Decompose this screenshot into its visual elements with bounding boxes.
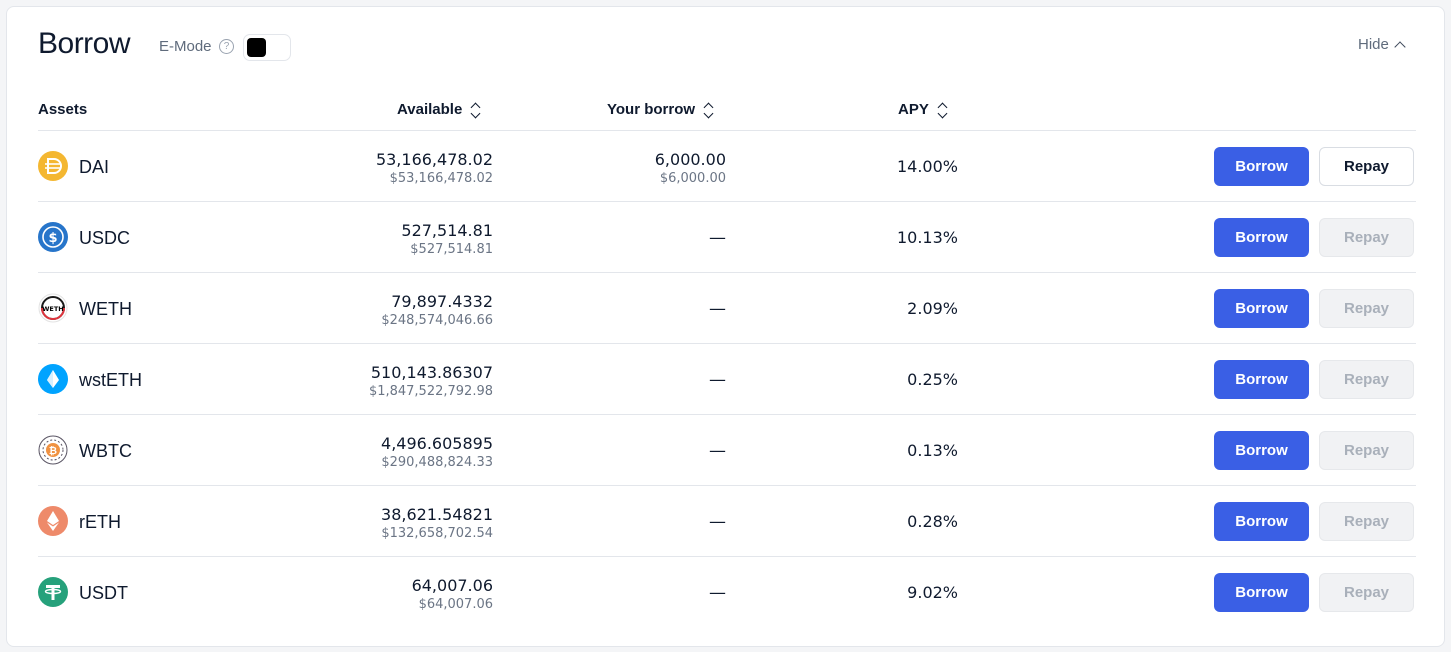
apy-value: 2.09% bbox=[907, 299, 958, 318]
column-header-available[interactable]: Available bbox=[397, 101, 481, 119]
available-amount: 79,897.4332 bbox=[391, 292, 493, 311]
available-usd: $527,514.81 bbox=[410, 242, 493, 257]
available-amount: 64,007.06 bbox=[411, 576, 493, 595]
borrow-button[interactable]: Borrow bbox=[1214, 360, 1309, 399]
your-borrow-empty: — bbox=[709, 441, 726, 461]
column-header-your-borrow[interactable]: Your borrow bbox=[607, 101, 714, 119]
apy-value: 0.28% bbox=[907, 512, 958, 531]
wbtc-icon: ₿ bbox=[38, 435, 68, 465]
borrow-button[interactable]: Borrow bbox=[1214, 502, 1309, 541]
available-usd: $290,488,824.33 bbox=[381, 455, 493, 470]
your-borrow-empty: — bbox=[709, 512, 726, 532]
table-row: USDT 64,007.06 $64,007.06 — 9.02% Borrow… bbox=[38, 557, 1416, 628]
available-amount: 53,166,478.02 bbox=[375, 150, 493, 169]
toggle-knob bbox=[247, 38, 266, 57]
asset-name: rETH bbox=[79, 512, 121, 532]
borrow-button[interactable]: Borrow bbox=[1214, 431, 1309, 470]
column-header-apy[interactable]: APY bbox=[898, 101, 948, 119]
borrow-panel: Borrow E-Mode ? Hide Assets Available Yo… bbox=[6, 6, 1445, 647]
your-borrow-empty: — bbox=[709, 299, 726, 319]
table-row: WETH WETH 79,897.4332 $248,574,046.66 — … bbox=[38, 273, 1416, 344]
your-borrow-empty: — bbox=[709, 228, 726, 248]
apy-value: 10.13% bbox=[896, 228, 958, 247]
available-amount: 510,143.86307 bbox=[370, 363, 493, 382]
borrow-button[interactable]: Borrow bbox=[1214, 218, 1309, 257]
available-usd: $1,847,522,792.98 bbox=[368, 384, 493, 399]
apy-value: 14.00% bbox=[896, 157, 958, 176]
asset-name: WETH bbox=[79, 299, 132, 319]
hide-button[interactable]: Hide bbox=[1358, 36, 1406, 53]
column-header-assets: Assets bbox=[38, 101, 87, 118]
dai-icon bbox=[38, 151, 68, 181]
available-usd: $248,574,046.66 bbox=[381, 313, 493, 328]
borrow-button[interactable]: Borrow bbox=[1214, 147, 1309, 186]
wsteth-icon bbox=[38, 364, 68, 394]
asset-name: wstETH bbox=[79, 370, 142, 390]
your-borrow-amount: 6,000.00 bbox=[654, 150, 726, 169]
sort-icon[interactable] bbox=[703, 102, 714, 119]
table-row: $ USDC 527,514.81 $527,514.81 — 10.13% B… bbox=[38, 202, 1416, 273]
table-row: DAI 53,166,478.02 $53,166,478.02 6,000.0… bbox=[38, 131, 1416, 202]
available-amount: 527,514.81 bbox=[401, 221, 493, 240]
weth-icon: WETH bbox=[38, 293, 68, 323]
usdc-icon: $ bbox=[38, 222, 68, 252]
emode-toggle[interactable] bbox=[243, 34, 291, 61]
asset-name: DAI bbox=[79, 157, 110, 177]
repay-button[interactable]: Repay bbox=[1319, 147, 1414, 186]
repay-button[interactable]: Repay bbox=[1319, 502, 1414, 541]
your-borrow-usd: $6,000.00 bbox=[659, 171, 726, 186]
repay-button[interactable]: Repay bbox=[1319, 360, 1414, 399]
sort-icon[interactable] bbox=[470, 102, 481, 119]
available-usd: $53,166,478.02 bbox=[389, 171, 493, 186]
assets-table: DAI 53,166,478.02 $53,166,478.02 6,000.0… bbox=[38, 131, 1416, 628]
apy-value: 0.13% bbox=[907, 441, 958, 460]
repay-button[interactable]: Repay bbox=[1319, 573, 1414, 612]
repay-button[interactable]: Repay bbox=[1319, 289, 1414, 328]
your-borrow-header-label: Your borrow bbox=[607, 101, 696, 118]
asset-name: USDT bbox=[79, 583, 128, 603]
asset-name: USDC bbox=[79, 228, 131, 248]
svg-text:$: $ bbox=[48, 231, 57, 246]
repay-button[interactable]: Repay bbox=[1319, 431, 1414, 470]
asset-name: WBTC bbox=[79, 441, 132, 461]
available-header-label: Available bbox=[397, 101, 463, 118]
your-borrow-empty: — bbox=[709, 370, 726, 390]
available-usd: $64,007.06 bbox=[418, 597, 493, 612]
svg-text:₿: ₿ bbox=[49, 445, 57, 457]
help-icon[interactable]: ? bbox=[219, 39, 234, 54]
available-usd: $132,658,702.54 bbox=[381, 526, 493, 541]
available-amount: 4,496.605895 bbox=[381, 434, 493, 453]
borrow-button[interactable]: Borrow bbox=[1214, 573, 1309, 612]
usdt-icon bbox=[38, 577, 68, 607]
your-borrow-empty: — bbox=[709, 583, 726, 603]
svg-text:WETH: WETH bbox=[42, 305, 63, 313]
emode-label: E-Mode bbox=[159, 38, 212, 55]
apy-value: 0.25% bbox=[907, 370, 958, 389]
table-row: rETH 38,621.54821 $132,658,702.54 — 0.28… bbox=[38, 486, 1416, 557]
page-title: Borrow bbox=[38, 27, 131, 60]
apy-header-label: APY bbox=[898, 101, 929, 118]
available-amount: 38,621.54821 bbox=[381, 505, 493, 524]
sort-icon[interactable] bbox=[937, 102, 948, 119]
apy-value: 9.02% bbox=[907, 583, 958, 602]
table-row: ₿ WBTC 4,496.605895 $290,488,824.33 — 0.… bbox=[38, 415, 1416, 486]
reth-icon bbox=[38, 506, 68, 536]
assets-header-label: Assets bbox=[38, 101, 88, 118]
repay-button[interactable]: Repay bbox=[1319, 218, 1414, 257]
borrow-button[interactable]: Borrow bbox=[1214, 289, 1309, 328]
table-row: wstETH 510,143.86307 $1,847,522,792.98 —… bbox=[38, 344, 1416, 415]
hide-label: Hide bbox=[1358, 36, 1389, 53]
chevron-up-icon bbox=[1394, 40, 1406, 53]
